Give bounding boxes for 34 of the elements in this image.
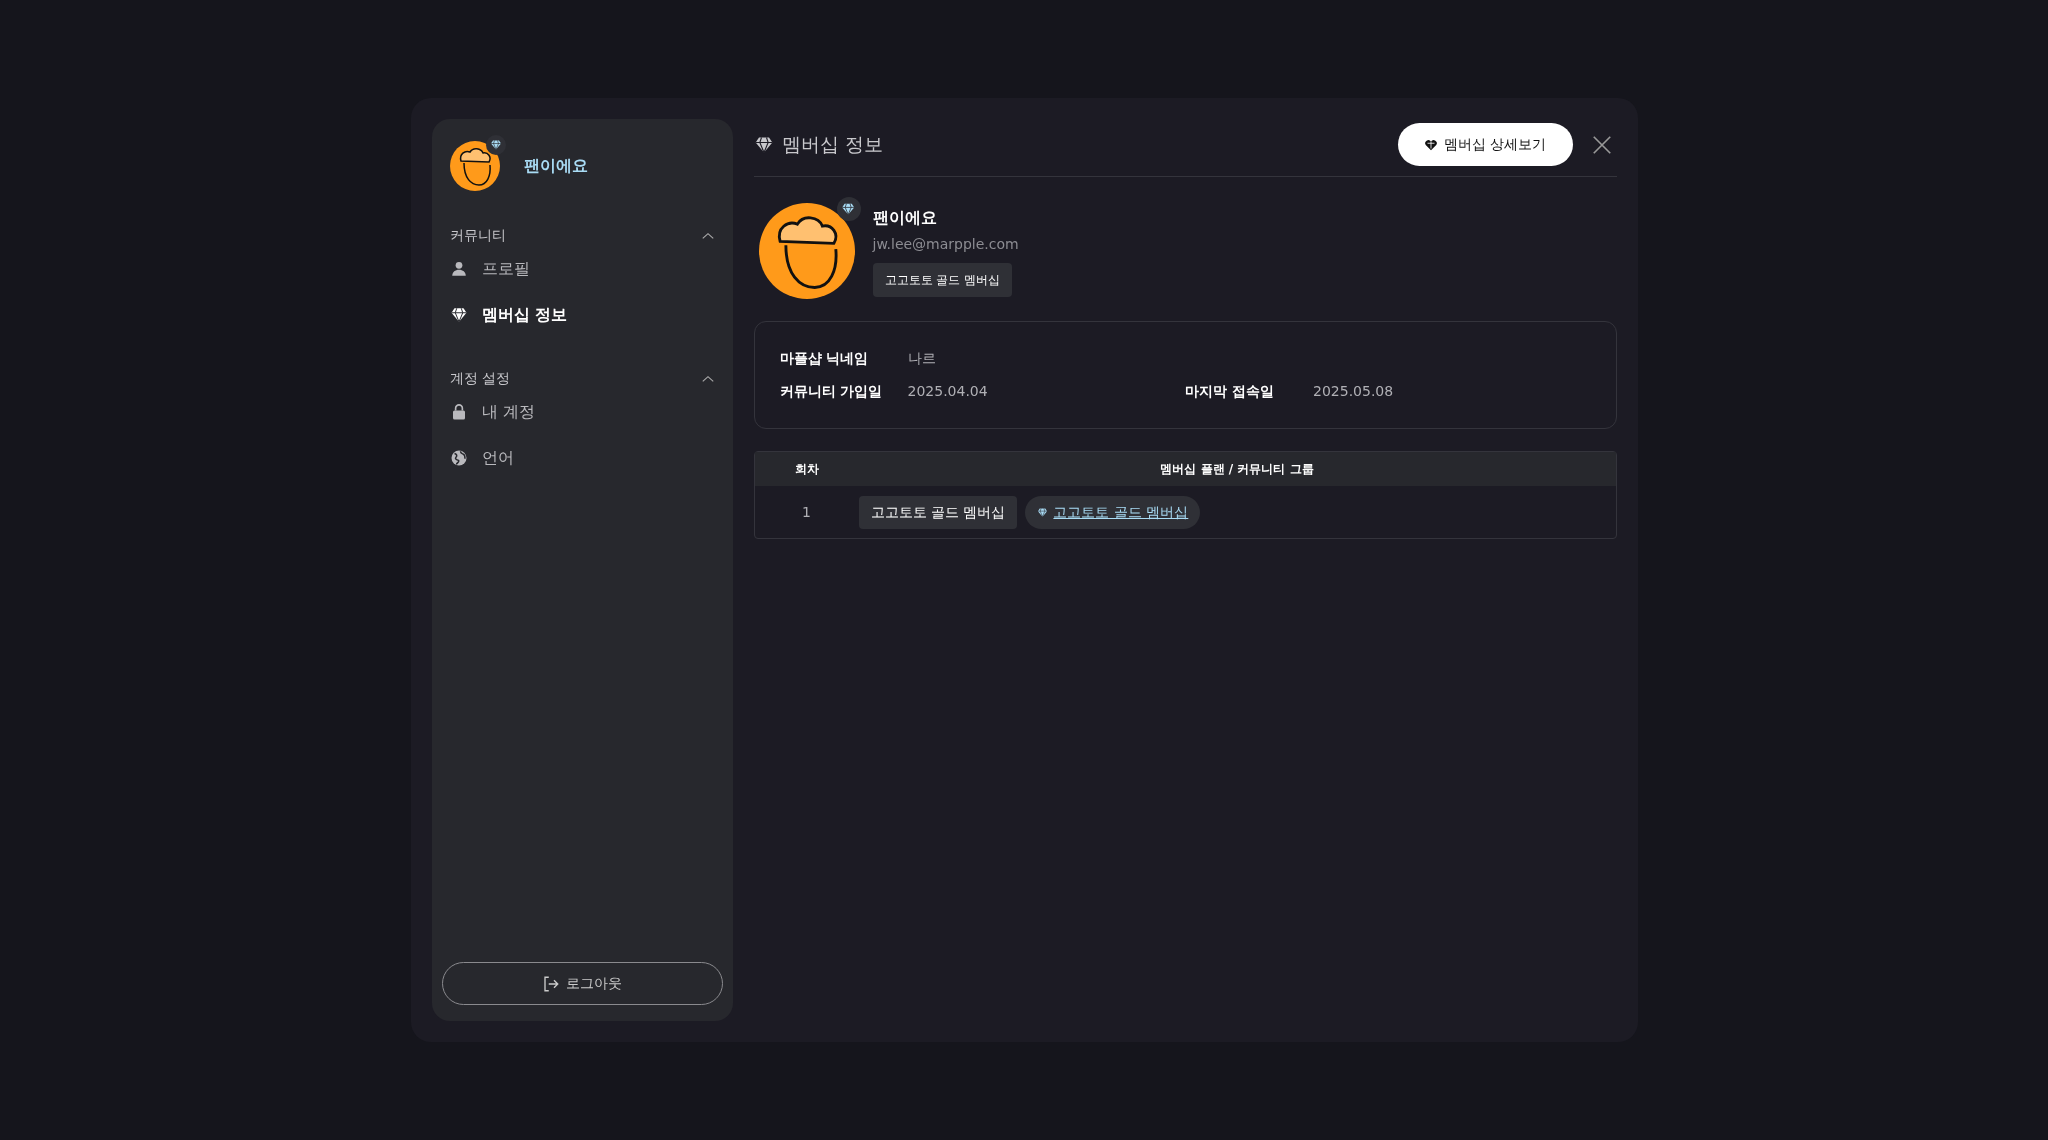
info-value: 2025.04.04 [907, 382, 988, 401]
section-title: 계정 설정 [449, 369, 510, 388]
sidebar-item[interactable]: 언어 [441, 435, 723, 481]
profile-email: jw.lee@marpple.com [872, 234, 1019, 254]
column-header: 회차 [793, 461, 820, 478]
gem-icon [753, 134, 774, 155]
membership-tag: 고고토토 골드 멤버십 [872, 262, 1013, 297]
gem-icon [449, 306, 468, 324]
info-value: 나르 [907, 349, 936, 368]
group-link[interactable]: 고고토토 골드 멤버십 [1025, 495, 1201, 529]
info-value: 2025.05.08 [1313, 382, 1394, 401]
avatar-drawing [449, 141, 500, 191]
gem-icon [489, 139, 502, 151]
heart-gem-icon [1424, 137, 1439, 152]
plan-tag: 고고토토 골드 멤버십 [858, 495, 1018, 529]
gem-icon [841, 201, 856, 217]
profile-name: 팬이에요 [872, 206, 938, 229]
info-label: 마플샵 닉네임 [779, 349, 870, 368]
page-title: 멤버십 정보 [781, 132, 883, 158]
gem-icon [1037, 506, 1049, 518]
sidebar-item[interactable]: 멤버십 정보 [441, 292, 723, 338]
column-header: 멤버십 플랜 / 커뮤니티 그룹 [1159, 461, 1315, 478]
section-title: 커뮤니티 [449, 226, 506, 245]
table-cell-text: 1 [801, 502, 812, 522]
person-icon [449, 260, 468, 278]
sidebar-item[interactable]: 내 계정 [441, 389, 723, 435]
close-icon [1590, 134, 1613, 156]
info-label: 커뮤니티 가입일 [779, 382, 884, 401]
sidebar-item[interactable]: 프로필 [441, 246, 723, 292]
membership-detail-button[interactable]: 멤버십 상세보기 [1398, 123, 1573, 166]
globe-icon [449, 449, 468, 467]
info-label: 마지막 접속일 [1185, 382, 1275, 401]
user-name: 팬이에요 [523, 155, 588, 177]
logout-icon [542, 974, 560, 993]
